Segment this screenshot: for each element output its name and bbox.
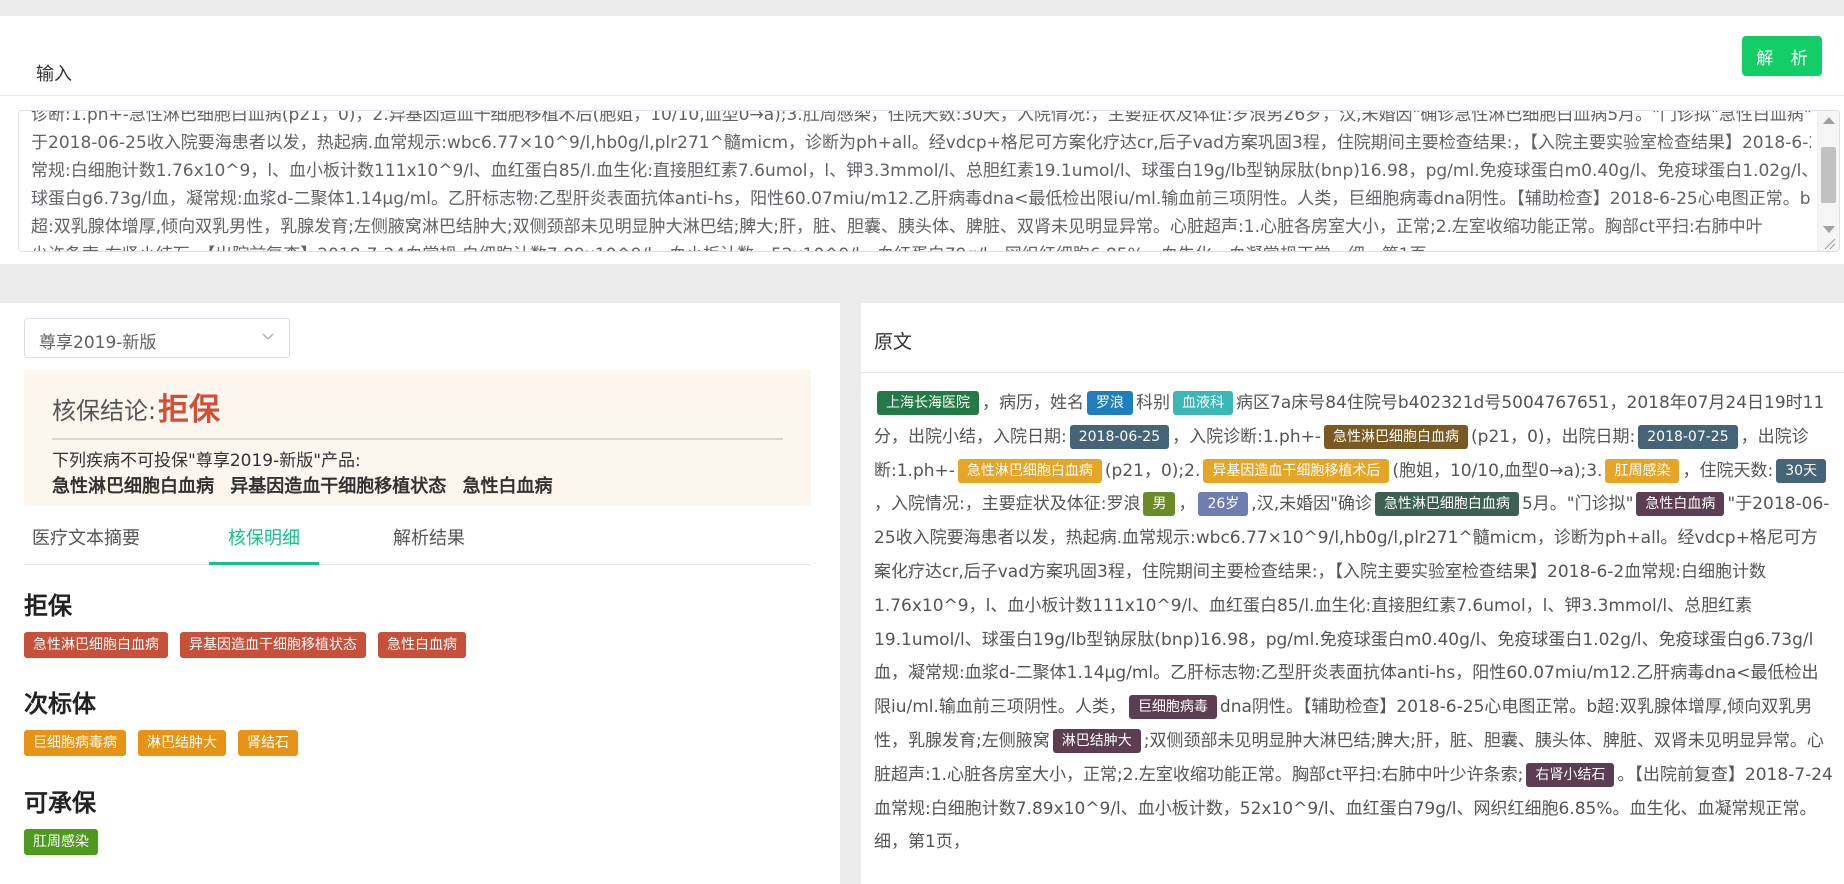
insurable-tags: 肛周感染 xyxy=(24,829,98,855)
entity-tag: 肛周感染 xyxy=(1605,458,1680,483)
chevron-down-icon xyxy=(262,333,274,340)
reject-tags: 急性淋巴细胞白血病 异基因造血干细胞移植状态 急性白血病 xyxy=(24,632,466,658)
entity-tag: 急性淋巴细胞白血病 xyxy=(1374,492,1519,517)
input-card-header: 输入 解 析 xyxy=(0,16,1844,96)
text-segment: "于2018-06-25收入院要海患者以发，热起病.血常规示:wbc6.77×1… xyxy=(874,494,1830,718)
entity-tag: 26岁 xyxy=(1198,492,1249,517)
text-segment: (胞姐，10/10,血型0→a);3. xyxy=(1392,460,1603,481)
underwriting-panel: 尊享2019-新版 核保结论: 拒保 下列疾病不可投保"尊享2019-新版"产品… xyxy=(0,303,840,884)
text-segment: ，病历，姓名 xyxy=(982,393,1084,413)
tag-disease: 淋巴结肿大 xyxy=(138,730,226,756)
original-text-title: 原文 xyxy=(874,331,913,353)
entity-tag: 急性淋巴细胞白血病 xyxy=(957,458,1102,483)
entity-tag: 2018-07-25 xyxy=(1638,424,1738,449)
original-text-header: 原文 xyxy=(861,303,1844,373)
text-segment: ，住院天数: xyxy=(1682,460,1774,481)
text-segment: 5月。"门诊拟" xyxy=(1521,494,1634,515)
entity-tag: 2018-06-25 xyxy=(1069,424,1170,449)
input-text-line: 球蛋白g6.73g/l血，凝常规:血浆d-二聚体1.14μg/ml。乙肝标志物:… xyxy=(31,189,1811,209)
textarea-scrollbar[interactable] xyxy=(1817,111,1839,251)
active-tab-indicator xyxy=(209,562,319,565)
scroll-thumb[interactable] xyxy=(1821,147,1836,203)
entity-tag: 血液科 xyxy=(1173,391,1233,415)
input-title: 输入 xyxy=(36,64,72,85)
input-card: 输入 解 析 诊断:1.ph+-急性淋巴细胞白血病(p21，0)，2.异基因造血… xyxy=(0,16,1844,264)
section-title-reject: 拒保 xyxy=(24,592,72,620)
entity-tag: 异基因造血干细胞移植术后 xyxy=(1203,458,1390,483)
tag-disease: 急性淋巴细胞白血病 xyxy=(24,632,168,658)
tab-parse-results[interactable]: 解析结果 xyxy=(374,513,484,565)
tag-disease: 巨细胞病毒病 xyxy=(24,730,126,756)
conclusion-item: 急性淋巴细胞白血病 xyxy=(52,476,214,497)
conclusion-item: 异基因造血干细胞移植状态 xyxy=(230,476,447,497)
input-text-line: 诊断:1.ph+-急性淋巴细胞白血病(p21，0)，2.异基因造血干细胞移植术后… xyxy=(31,110,1811,125)
tag-disease: 肛周感染 xyxy=(24,829,98,855)
tag-disease: 异基因造血干细胞移植状态 xyxy=(180,632,366,658)
input-text-line: 超:双乳腺体增厚,倾向双乳男性，乳腺发育;左侧腋窝淋巴结肿大;双侧颈部未见明显肿… xyxy=(31,217,1763,237)
substandard-tags: 巨细胞病毒病 淋巴结肿大 肾结石 xyxy=(24,730,298,756)
entity-tag: 右肾小结石 xyxy=(1526,762,1615,787)
conclusion-value: 拒保 xyxy=(158,392,220,428)
original-text-panel: 原文 上海长海医院 ，病历，姓名 罗浪 科别 血液科 病区7a床号84住院号b402321… xyxy=(861,303,1844,884)
input-textarea[interactable]: 诊断:1.ph+-急性淋巴细胞白血病(p21，0)，2.异基因造血干细胞移植术后… xyxy=(18,110,1840,252)
section-title-insurable: 可承保 xyxy=(24,789,96,817)
conclusion-items: 急性淋巴细胞白血病 异基因造血干细胞移植状态 急性白血病 xyxy=(52,472,563,498)
entity-tag: 上海长海医院 xyxy=(877,391,979,415)
original-text-body: 上海长海医院 ，病历，姓名 罗浪 科别 血液科 病区7a床号84住院号b402321d号5… xyxy=(874,387,1834,860)
tab-underwriting-details[interactable]: 核保明细 xyxy=(209,513,319,565)
conclusion-box: 核保结论: 拒保 下列疾病不可投保"尊享2019-新版"产品: 急性淋巴细胞白血… xyxy=(24,370,811,506)
scroll-down-arrow-icon[interactable] xyxy=(1823,226,1835,233)
text-segment: 科别 xyxy=(1136,393,1170,413)
entity-tag: 罗浪 xyxy=(1087,391,1133,415)
text-segment: ,汉,未婚因"确诊 xyxy=(1251,494,1372,515)
product-select-value: 尊享2019-新版 xyxy=(39,333,157,353)
tag-disease: 急性白血病 xyxy=(378,632,466,658)
text-segment: ， xyxy=(1178,494,1196,515)
entity-tag: 淋巴结肿大 xyxy=(1052,728,1141,753)
section-title-substandard: 次标体 xyxy=(24,690,96,718)
entity-tag: 巨细胞病毒 xyxy=(1128,695,1217,720)
text-segment: (p21，0);2. xyxy=(1104,460,1201,481)
input-text-line: 常规:白细胞计数1.76x10^9，l、血小板计数111x10^9/l、血红蛋白… xyxy=(31,161,1811,181)
entity-tag: 急性淋巴细胞白血病 xyxy=(1324,424,1469,449)
input-text-line: 少许条索;右肾小结石。【出院前复查】2018-7-24血常规:白细胞计数7.89… xyxy=(31,241,1811,251)
product-select[interactable]: 尊享2019-新版 xyxy=(24,318,290,358)
entity-tag: 男 xyxy=(1143,492,1176,517)
entity-tag: 急性白血病 xyxy=(1636,492,1725,517)
text-segment: ，入院情况:，主要症状及体征:罗浪 xyxy=(874,494,1141,515)
input-text-line: 于2018-06-25收入院要海患者以发，热起病.血常规示:wbc6.77×10… xyxy=(31,133,1811,153)
conclusion-divider xyxy=(52,438,783,440)
tabs: 医疗文本摘要 核保明细 解析结果 xyxy=(24,513,811,565)
conclusion-note: 下列疾病不可投保"尊享2019-新版"产品: xyxy=(52,451,361,471)
tab-summary[interactable]: 医疗文本摘要 xyxy=(24,513,148,565)
tag-disease: 肾结石 xyxy=(238,730,298,756)
parse-button[interactable]: 解 析 xyxy=(1742,36,1822,76)
entity-tag: 30天 xyxy=(1776,458,1827,483)
resize-grip-icon[interactable] xyxy=(1822,237,1836,249)
text-segment: (p21，0)，出院日期: xyxy=(1471,426,1636,447)
conclusion-label: 核保结论: xyxy=(52,397,157,425)
conclusion-item: 急性白血病 xyxy=(462,476,553,497)
scroll-up-arrow-icon[interactable] xyxy=(1823,117,1835,124)
input-textarea-content: 诊断:1.ph+-急性淋巴细胞白血病(p21，0)，2.异基因造血干细胞移植术后… xyxy=(31,110,1811,251)
text-segment: ，入院诊断:1.ph+- xyxy=(1172,426,1322,447)
